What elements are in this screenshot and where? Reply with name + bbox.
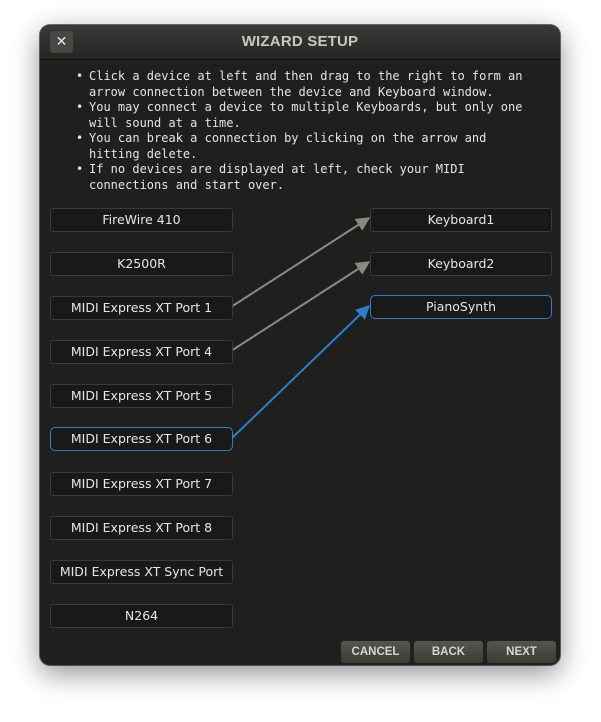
instruction-item: Click a device at left and then drag to … — [70, 69, 540, 100]
device-midi-express-port-1[interactable]: MIDI Express XT Port 1 — [50, 296, 233, 320]
instruction-item: You can break a connection by clicking o… — [70, 131, 540, 162]
instructions-list: Click a device at left and then drag to … — [70, 69, 540, 193]
connection-arrow-port1-keyboard1[interactable] — [230, 217, 371, 308]
connection-arrow-port4-keyboard2[interactable] — [230, 261, 371, 352]
device-k2500r[interactable]: K2500R — [50, 252, 233, 276]
device-n264[interactable]: N264 — [50, 604, 233, 628]
device-midi-express-sync-port[interactable]: MIDI Express XT Sync Port — [50, 560, 233, 584]
cancel-button[interactable]: CANCEL — [340, 640, 411, 664]
next-button[interactable]: NEXT — [486, 640, 557, 664]
device-firewire-410[interactable]: FireWire 410 — [50, 208, 233, 232]
window-title: WIZARD SETUP — [241, 33, 359, 50]
title-bar: ✕ WIZARD SETUP — [40, 25, 560, 60]
keyboard-keyboard2[interactable]: Keyboard2 — [370, 252, 552, 276]
instruction-item: If no devices are displayed at left, che… — [70, 162, 540, 193]
device-midi-express-port-8[interactable]: MIDI Express XT Port 8 — [50, 516, 233, 540]
connection-arrow-port6-pianosynth[interactable] — [230, 305, 371, 440]
device-midi-express-port-4[interactable]: MIDI Express XT Port 4 — [50, 340, 233, 364]
keyboard-keyboard1[interactable]: Keyboard1 — [370, 208, 552, 232]
device-midi-express-port-7[interactable]: MIDI Express XT Port 7 — [50, 472, 233, 496]
back-button[interactable]: BACK — [413, 640, 484, 664]
device-midi-express-port-6[interactable]: MIDI Express XT Port 6 — [50, 427, 233, 451]
wizard-setup-window: ✕ WIZARD SETUP Click a device at left an… — [40, 25, 560, 665]
keyboard-pianosynth[interactable]: PianoSynth — [370, 295, 552, 319]
instruction-item: You may connect a device to multiple Key… — [70, 100, 540, 131]
device-midi-express-port-5[interactable]: MIDI Express XT Port 5 — [50, 384, 233, 408]
